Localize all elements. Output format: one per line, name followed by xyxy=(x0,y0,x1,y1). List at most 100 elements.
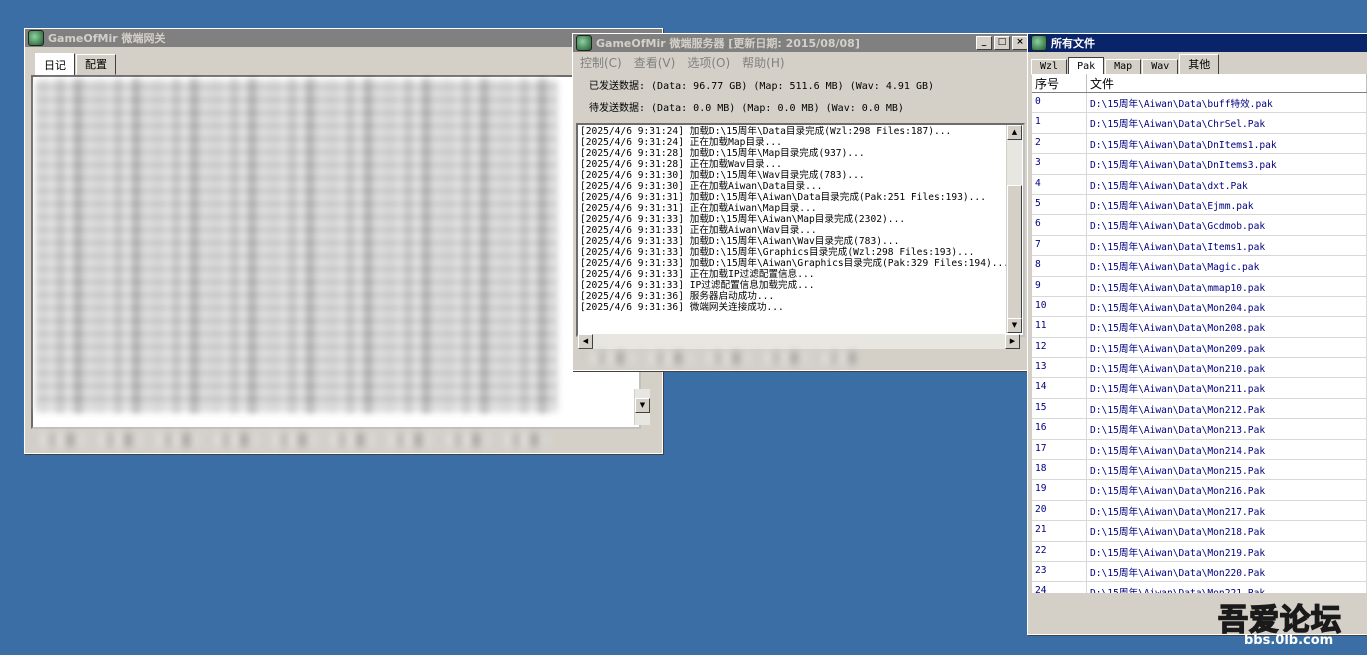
table-row[interactable]: 0 D:\15周年\Aiwan\Data\buff特效.pak xyxy=(1032,93,1367,114)
cell-file: D:\15周年\Aiwan\Data\Mon218.Pak xyxy=(1087,521,1367,541)
cell-index: 3 xyxy=(1032,154,1087,174)
cell-index: 4 xyxy=(1032,174,1087,194)
table-row[interactable]: 19 D:\15周年\Aiwan\Data\Mon216.Pak xyxy=(1032,480,1367,501)
cell-file: D:\15周年\Aiwan\Data\Mon217.Pak xyxy=(1087,500,1367,521)
tab-other[interactable]: 其他 xyxy=(1179,54,1220,75)
menu-control[interactable]: 控制(C) xyxy=(580,54,622,71)
files-tabs: Wzl Pak Map Wav 其他 xyxy=(1031,54,1220,75)
table-row[interactable]: 18 D:\15周年\Aiwan\Data\Mon215.Pak xyxy=(1032,460,1367,481)
cell-index: 5 xyxy=(1032,194,1087,215)
table-row[interactable]: 12 D:\15周年\Aiwan\Data\Mon209.pak xyxy=(1032,337,1367,359)
server-menubar: 控制(C) 查看(V) 选项(O) 帮助(H) xyxy=(580,54,797,71)
tab-log[interactable]: 日记 xyxy=(35,53,75,75)
table-row[interactable]: 2 D:\15周年\Aiwan\Data\DnItems1.pak xyxy=(1032,133,1367,155)
table-row[interactable]: 16 D:\15周年\Aiwan\Data\Mon213.Pak xyxy=(1032,419,1367,440)
table-row[interactable]: 5 D:\15周年\Aiwan\Data\Ejmm.pak xyxy=(1032,194,1367,216)
log-hscrollbar[interactable]: ◀ ▶ xyxy=(578,334,1020,349)
table-row[interactable]: 24D:\15周年\Aiwan\Data\Mon221.Pak xyxy=(1032,582,1367,593)
gateway-scrollbar[interactable]: ▼ xyxy=(634,389,650,425)
cell-file: D:\15周年\Aiwan\Data\Mon209.pak xyxy=(1087,337,1367,358)
cell-file: D:\15周年\Aiwan\Data\Mon220.Pak xyxy=(1087,561,1367,582)
forum-logo: 吾爱论坛 bbs.0lb.com xyxy=(1214,595,1364,653)
scroll-left-button[interactable]: ◀ xyxy=(578,334,593,349)
minimize-button[interactable]: _ xyxy=(976,36,992,50)
sent-data-stat: 已发送数据: (Data: 96.77 GB) (Map: 511.6 MB) … xyxy=(589,81,935,92)
cell-file: D:\15周年\Aiwan\Data\Mon214.Pak xyxy=(1087,439,1367,460)
cell-file: D:\15周年\Aiwan\Data\ChrSel.Pak xyxy=(1087,113,1367,133)
cell-index: 13 xyxy=(1032,358,1087,378)
table-row[interactable]: 21 D:\15周年\Aiwan\Data\Mon218.Pak xyxy=(1032,521,1367,542)
cell-file: D:\15周年\Aiwan\Data\Magic.pak xyxy=(1087,256,1367,276)
log-line: [2025/4/6 9:31:33] IP过滤配置信息加载完成... xyxy=(580,280,815,291)
table-body: 0 D:\15周年\Aiwan\Data\buff特效.pak 1 D:\15周年\A… xyxy=(1032,93,1367,593)
tab-wzl[interactable]: Wzl xyxy=(1031,59,1068,75)
col-index-header[interactable]: 序号 xyxy=(1032,74,1087,92)
cell-file: D:\15周年\Aiwan\Data\Mon215.Pak xyxy=(1087,460,1367,480)
table-row[interactable]: 23 D:\15周年\Aiwan\Data\Mon220.Pak xyxy=(1032,561,1367,583)
log-line: [2025/4/6 9:31:33] 加载D:\15周年\Graphics目录完… xyxy=(580,247,975,258)
col-file-header[interactable]: 文件 xyxy=(1087,74,1367,92)
cell-index: 17 xyxy=(1032,439,1087,460)
cell-index: 1 xyxy=(1032,113,1087,133)
cell-index: 7 xyxy=(1032,235,1087,256)
cell-file: D:\15周年\Aiwan\Data\mmap10.pak xyxy=(1087,276,1367,296)
logo-url: bbs.0lb.com xyxy=(1244,633,1334,648)
cell-index: 22 xyxy=(1032,541,1087,561)
log-line: [2025/4/6 9:31:31] 正在加载Aiwan\Map目录... xyxy=(580,203,817,214)
tab-pak[interactable]: Pak xyxy=(1068,57,1105,75)
scroll-right-button[interactable]: ▶ xyxy=(1005,334,1020,349)
server-log-box: [2025/4/6 9:31:24] 加载D:\15周年\Data目录完成(Wz… xyxy=(576,123,1025,337)
table-row[interactable]: 17 D:\15周年\Aiwan\Data\Mon214.Pak xyxy=(1032,439,1367,461)
gateway-title: GameOfMir 微端网关 xyxy=(48,32,166,45)
server-log: [2025/4/6 9:31:24] 加载D:\15周年\Data目录完成(Wz… xyxy=(580,126,1006,332)
table-row[interactable]: 4 D:\15周年\Aiwan\Data\dxt.Pak xyxy=(1032,174,1367,195)
log-line: [2025/4/6 9:31:33] 加载D:\15周年\Aiwan\Map目录… xyxy=(580,214,906,225)
log-scrollbar[interactable]: ▲ ▼ xyxy=(1006,125,1022,333)
log-line: [2025/4/6 9:31:31] 加载D:\15周年\Aiwan\Data目… xyxy=(580,192,986,203)
cell-index: 0 xyxy=(1032,93,1087,113)
table-row[interactable]: 9 D:\15周年\Aiwan\Data\mmap10.pak xyxy=(1032,276,1367,297)
menu-help[interactable]: 帮助(H) xyxy=(742,54,784,71)
table-row[interactable]: 20 D:\15周年\Aiwan\Data\Mon217.Pak xyxy=(1032,500,1367,522)
scroll-up-button[interactable]: ▲ xyxy=(1007,125,1022,140)
table-row[interactable]: 6 D:\15周年\Aiwan\Data\Gcdmob.pak xyxy=(1032,215,1367,236)
cell-index: 18 xyxy=(1032,460,1087,480)
table-row[interactable]: 10 D:\15周年\Aiwan\Data\Mon204.pak xyxy=(1032,296,1367,318)
files-titlebar[interactable]: 所有文件 xyxy=(1028,34,1367,52)
files-title: 所有文件 xyxy=(1051,37,1095,50)
scroll-down-button[interactable]: ▼ xyxy=(635,398,650,413)
maximize-button[interactable]: □ xyxy=(994,36,1010,50)
close-button[interactable]: × xyxy=(1012,36,1028,50)
cell-index: 19 xyxy=(1032,480,1087,500)
table-row[interactable]: 1 D:\15周年\Aiwan\Data\ChrSel.Pak xyxy=(1032,113,1367,134)
blurred-statusbar xyxy=(579,352,859,364)
server-titlebar[interactable]: GameOfMir 微端服务器 [更新日期: 2015/08/08] _ □ × xyxy=(573,34,1028,52)
cell-file: D:\15周年\Aiwan\Data\Mon213.Pak xyxy=(1087,419,1367,439)
table-row[interactable]: 22 D:\15周年\Aiwan\Data\Mon219.Pak xyxy=(1032,541,1367,562)
log-line: [2025/4/6 9:31:28] 正在加载Wav目录... xyxy=(580,159,782,170)
table-row[interactable]: 11 D:\15周年\Aiwan\Data\Mon208.pak xyxy=(1032,317,1367,338)
tab-wav[interactable]: Wav xyxy=(1142,59,1179,75)
gateway-titlebar[interactable]: GameOfMir 微端网关 xyxy=(25,29,662,47)
tab-config[interactable]: 配置 xyxy=(76,54,116,75)
gateway-log-area xyxy=(31,75,641,429)
menu-options[interactable]: 选项(O) xyxy=(687,54,730,71)
pending-data-stat: 待发送数据: (Data: 0.0 MB) (Map: 0.0 MB) (Wav… xyxy=(589,103,904,114)
table-row[interactable]: 8 D:\15周年\Aiwan\Data\Magic.pak xyxy=(1032,256,1367,277)
scroll-thumb[interactable] xyxy=(1007,185,1022,327)
cell-index: 8 xyxy=(1032,256,1087,276)
table-row[interactable]: 14 D:\15周年\Aiwan\Data\Mon211.pak xyxy=(1032,378,1367,399)
cell-index: 10 xyxy=(1032,296,1087,317)
table-row[interactable]: 3 D:\15周年\Aiwan\Data\DnItems3.pak xyxy=(1032,154,1367,175)
log-line: [2025/4/6 9:31:33] 正在加载IP过滤配置信息... xyxy=(580,269,815,280)
cell-index: 23 xyxy=(1032,561,1087,582)
table-row[interactable]: 15 D:\15周年\Aiwan\Data\Mon212.Pak xyxy=(1032,398,1367,420)
table-row[interactable]: 7 D:\15周年\Aiwan\Data\Items1.pak xyxy=(1032,235,1367,257)
log-line: [2025/4/6 9:31:36] 微端网关连接成功... xyxy=(580,302,784,313)
menu-view[interactable]: 查看(V) xyxy=(634,54,676,71)
cell-index: 20 xyxy=(1032,500,1087,521)
log-line: [2025/4/6 9:31:33] 正在加载Aiwan\Wav目录... xyxy=(580,225,817,236)
scroll-down-button[interactable]: ▼ xyxy=(1007,318,1022,333)
tab-map[interactable]: Map xyxy=(1105,59,1142,75)
table-row[interactable]: 13 D:\15周年\Aiwan\Data\Mon210.pak xyxy=(1032,358,1367,379)
